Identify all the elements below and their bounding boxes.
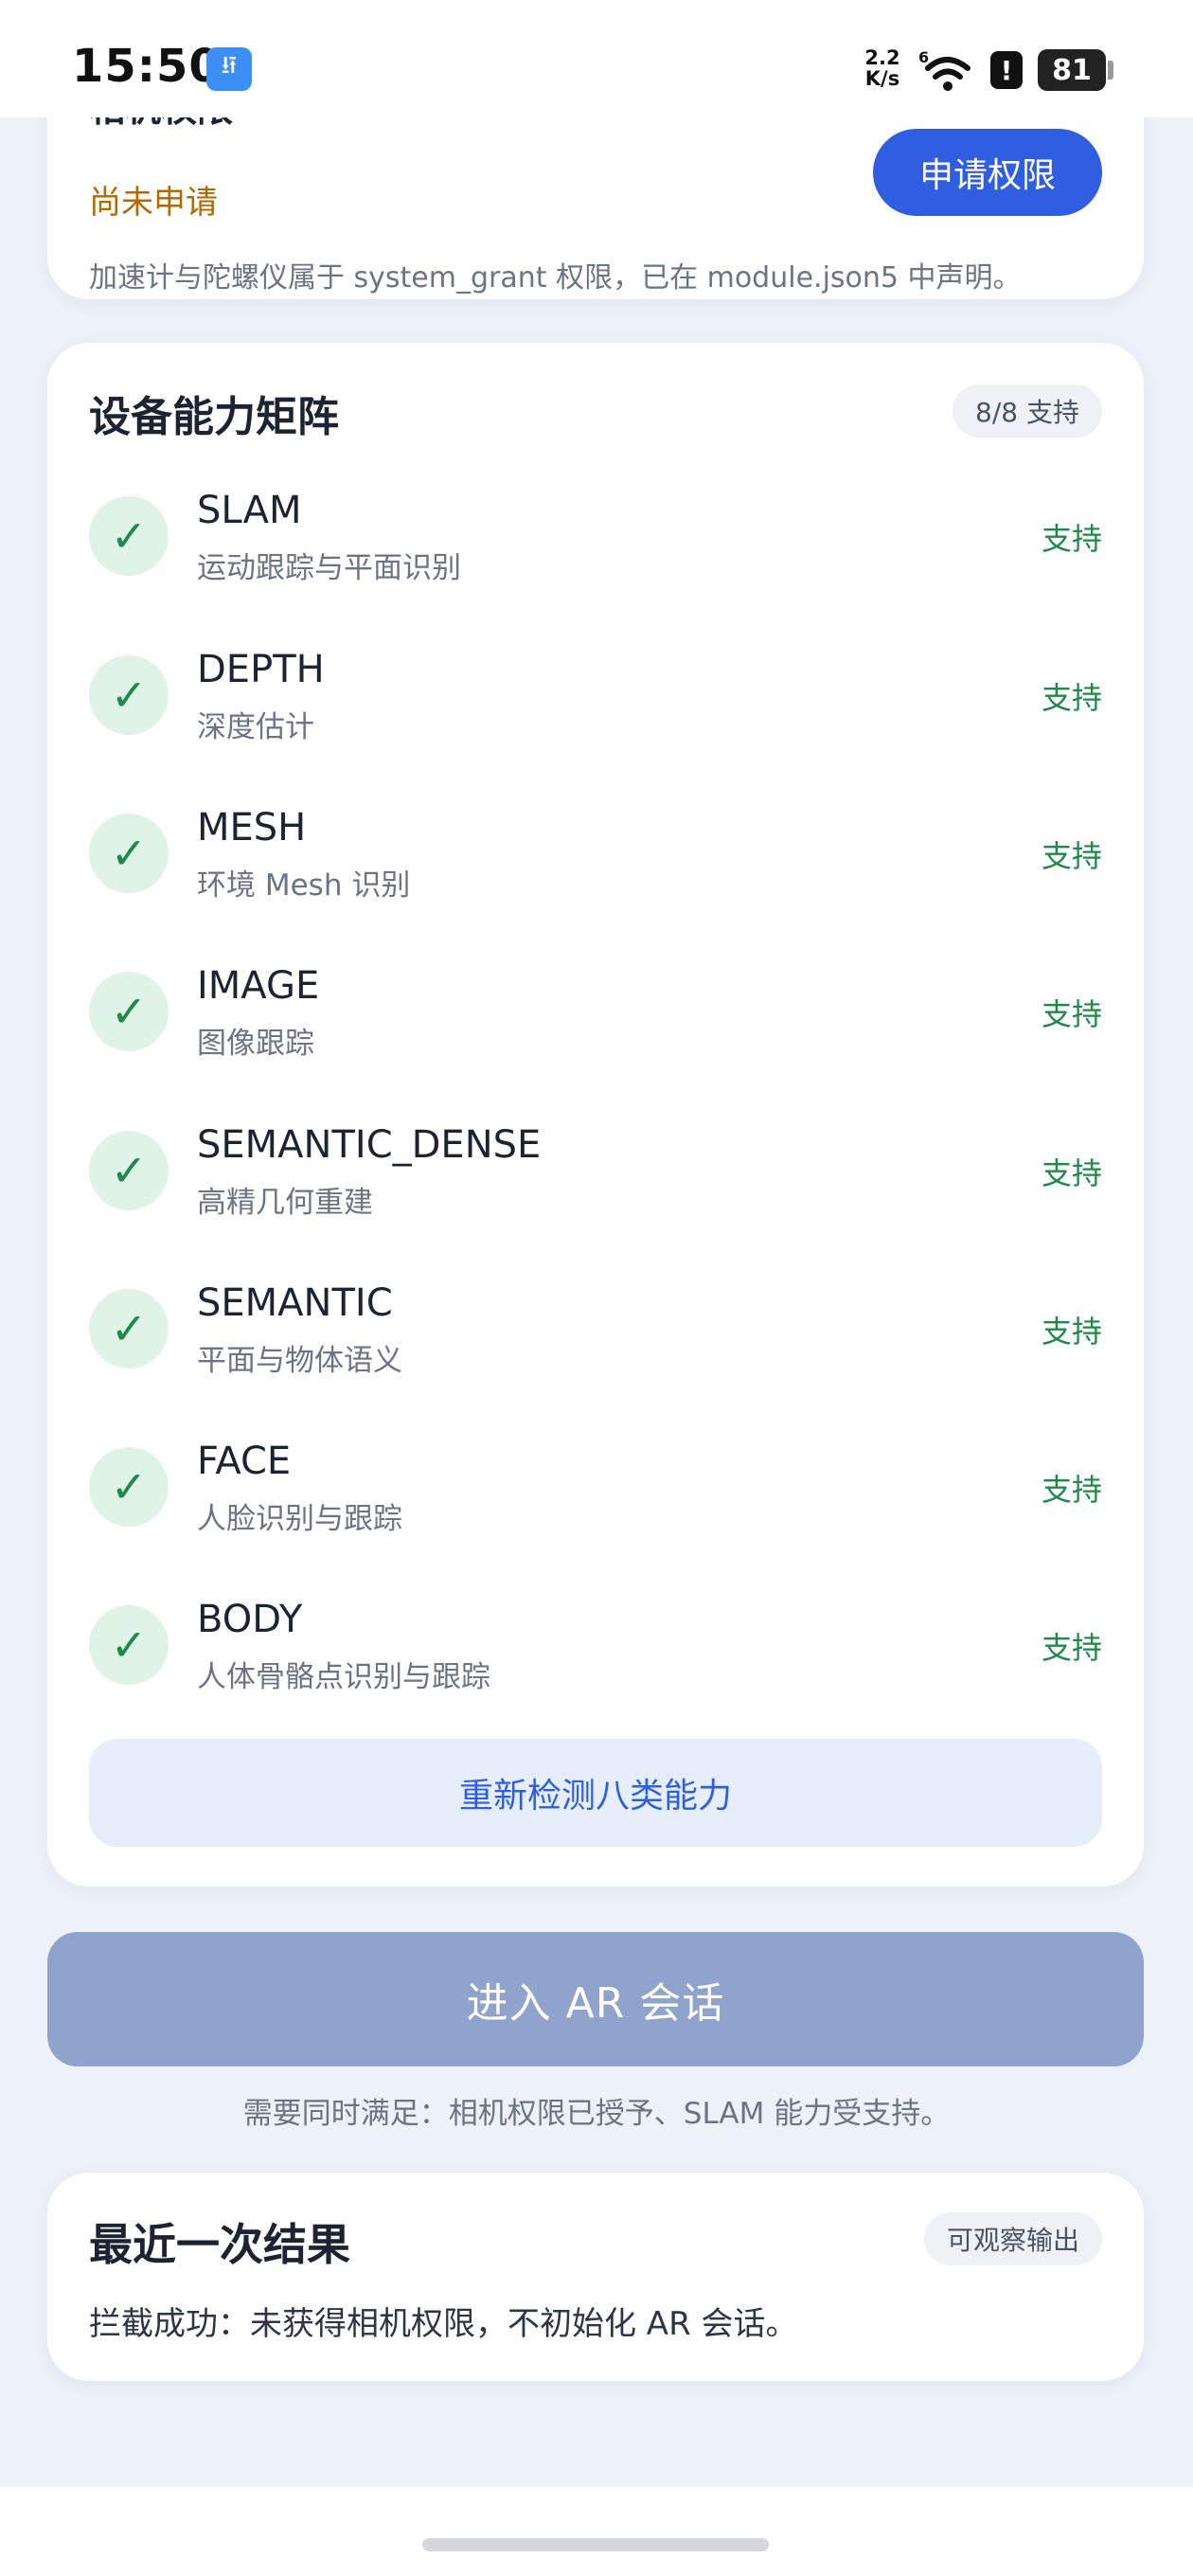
capability-row-image: ✓ IMAGE 图像跟踪 支持: [89, 951, 1102, 1083]
capability-name: IMAGE: [197, 964, 320, 1008]
capability-row-semantic: ✓ SEMANTIC 平面与物体语义 支持: [89, 1268, 1102, 1401]
capability-row-body: ✓ BODY 人体骨骼点识别与跟踪 支持: [89, 1584, 1102, 1717]
capability-description: 高精几何重建: [197, 1186, 373, 1220]
capability-name: FACE: [197, 1440, 292, 1483]
capability-matrix-card: 设备能力矩阵 8/8 支持 ✓ SLAM 运动跟踪与平面识别 支持 ✓ DEPT…: [47, 343, 1144, 1887]
capability-description: 环境 Mesh 识别: [197, 868, 411, 903]
check-icon: ✓: [89, 1289, 169, 1368]
capability-description: 深度估计: [197, 710, 314, 744]
last-result-card: 最近一次结果 可观察输出 拦截成功：未获得相机权限，不初始化 AR 会话。: [47, 2173, 1144, 2381]
capability-name: DEPTH: [197, 648, 325, 691]
network-speed: 2.2 K/s: [864, 47, 901, 89]
capability-row-depth: ✓ DEPTH 深度估计 支持: [89, 635, 1102, 767]
app-screen: 相机权限 尚未申请 申请权限 加速计与陀螺仪属于 system_grant 权限…: [0, 0, 1193, 2576]
check-icon: ✓: [89, 1131, 169, 1210]
capability-description: 人脸识别与跟踪: [197, 1502, 402, 1536]
capability-status: 支持: [1041, 680, 1102, 716]
enter-ar-session-button[interactable]: 进入 AR 会话: [47, 1932, 1144, 2066]
capability-name: MESH: [197, 806, 307, 850]
wifi-icon: 6: [918, 48, 970, 91]
home-indicator[interactable]: [422, 2538, 769, 2551]
capability-name: SEMANTIC_DENSE: [197, 1123, 542, 1167]
capability-status: 支持: [1041, 1314, 1102, 1350]
capability-status: 支持: [1041, 1472, 1102, 1508]
capability-status: 支持: [1041, 1155, 1102, 1191]
capability-status: 支持: [1041, 996, 1102, 1032]
capability-description: 人体骨骼点识别与跟踪: [197, 1660, 490, 1694]
status-bar: 15:50 ⭿ 2.2 K/s 6 ! 81: [0, 0, 1193, 117]
capability-status: 支持: [1041, 521, 1102, 557]
capability-status: 支持: [1041, 1630, 1102, 1666]
capability-description: 平面与物体语义: [197, 1344, 402, 1378]
check-icon: ✓: [89, 972, 169, 1051]
result-title: 最近一次结果: [89, 2219, 350, 2270]
check-icon: ✓: [89, 1605, 169, 1685]
capability-row-semantic-dense: ✓ SEMANTIC_DENSE 高精几何重建 支持: [89, 1110, 1102, 1243]
check-icon: ✓: [89, 1447, 169, 1527]
capability-row-face: ✓ FACE 人脸识别与跟踪 支持: [89, 1426, 1102, 1559]
check-icon: ✓: [89, 814, 169, 893]
capability-row-mesh: ✓ MESH 环境 Mesh 识别 支持: [89, 793, 1102, 925]
usb-icon: ⭿: [206, 47, 252, 91]
capability-description: 图像跟踪: [197, 1027, 314, 1061]
permission-note: 加速计与陀螺仪属于 system_grant 权限，已在 module.json…: [89, 261, 1022, 295]
observable-output-badge: 可观察输出: [923, 2212, 1102, 2265]
battery-tip: [1108, 61, 1113, 80]
check-icon: ✓: [89, 655, 169, 735]
capability-description: 运动跟踪与平面识别: [197, 551, 461, 585]
bottom-bar: [0, 2487, 1193, 2576]
capability-name: BODY: [197, 1598, 303, 1641]
capability-row-slam: ✓ SLAM 运动跟踪与平面识别 支持: [89, 475, 1102, 608]
alert-icon: !: [990, 51, 1023, 89]
network-speed-value: 2.2: [864, 46, 900, 69]
capability-name: SLAM: [197, 489, 302, 532]
recheck-capabilities-button[interactable]: 重新检测八类能力: [89, 1739, 1102, 1847]
capability-status: 支持: [1041, 838, 1102, 874]
support-count-badge: 8/8 支持: [953, 385, 1102, 438]
check-icon: ✓: [89, 496, 169, 576]
battery-icon: 81: [1038, 49, 1106, 91]
network-speed-unit: K/s: [864, 67, 900, 90]
matrix-title: 设备能力矩阵: [89, 393, 339, 441]
result-message: 拦截成功：未获得相机权限，不初始化 AR 会话。: [89, 2305, 798, 2343]
permission-status: 尚未申请: [89, 184, 218, 222]
request-permission-button[interactable]: 申请权限: [873, 129, 1102, 216]
status-time: 15:50: [72, 40, 222, 93]
enter-requirements-hint: 需要同时满足：相机权限已授予、SLAM 能力受支持。: [242, 2097, 951, 2131]
capability-name: SEMANTIC: [197, 1281, 393, 1325]
wifi-generation-label: 6: [918, 48, 929, 66]
